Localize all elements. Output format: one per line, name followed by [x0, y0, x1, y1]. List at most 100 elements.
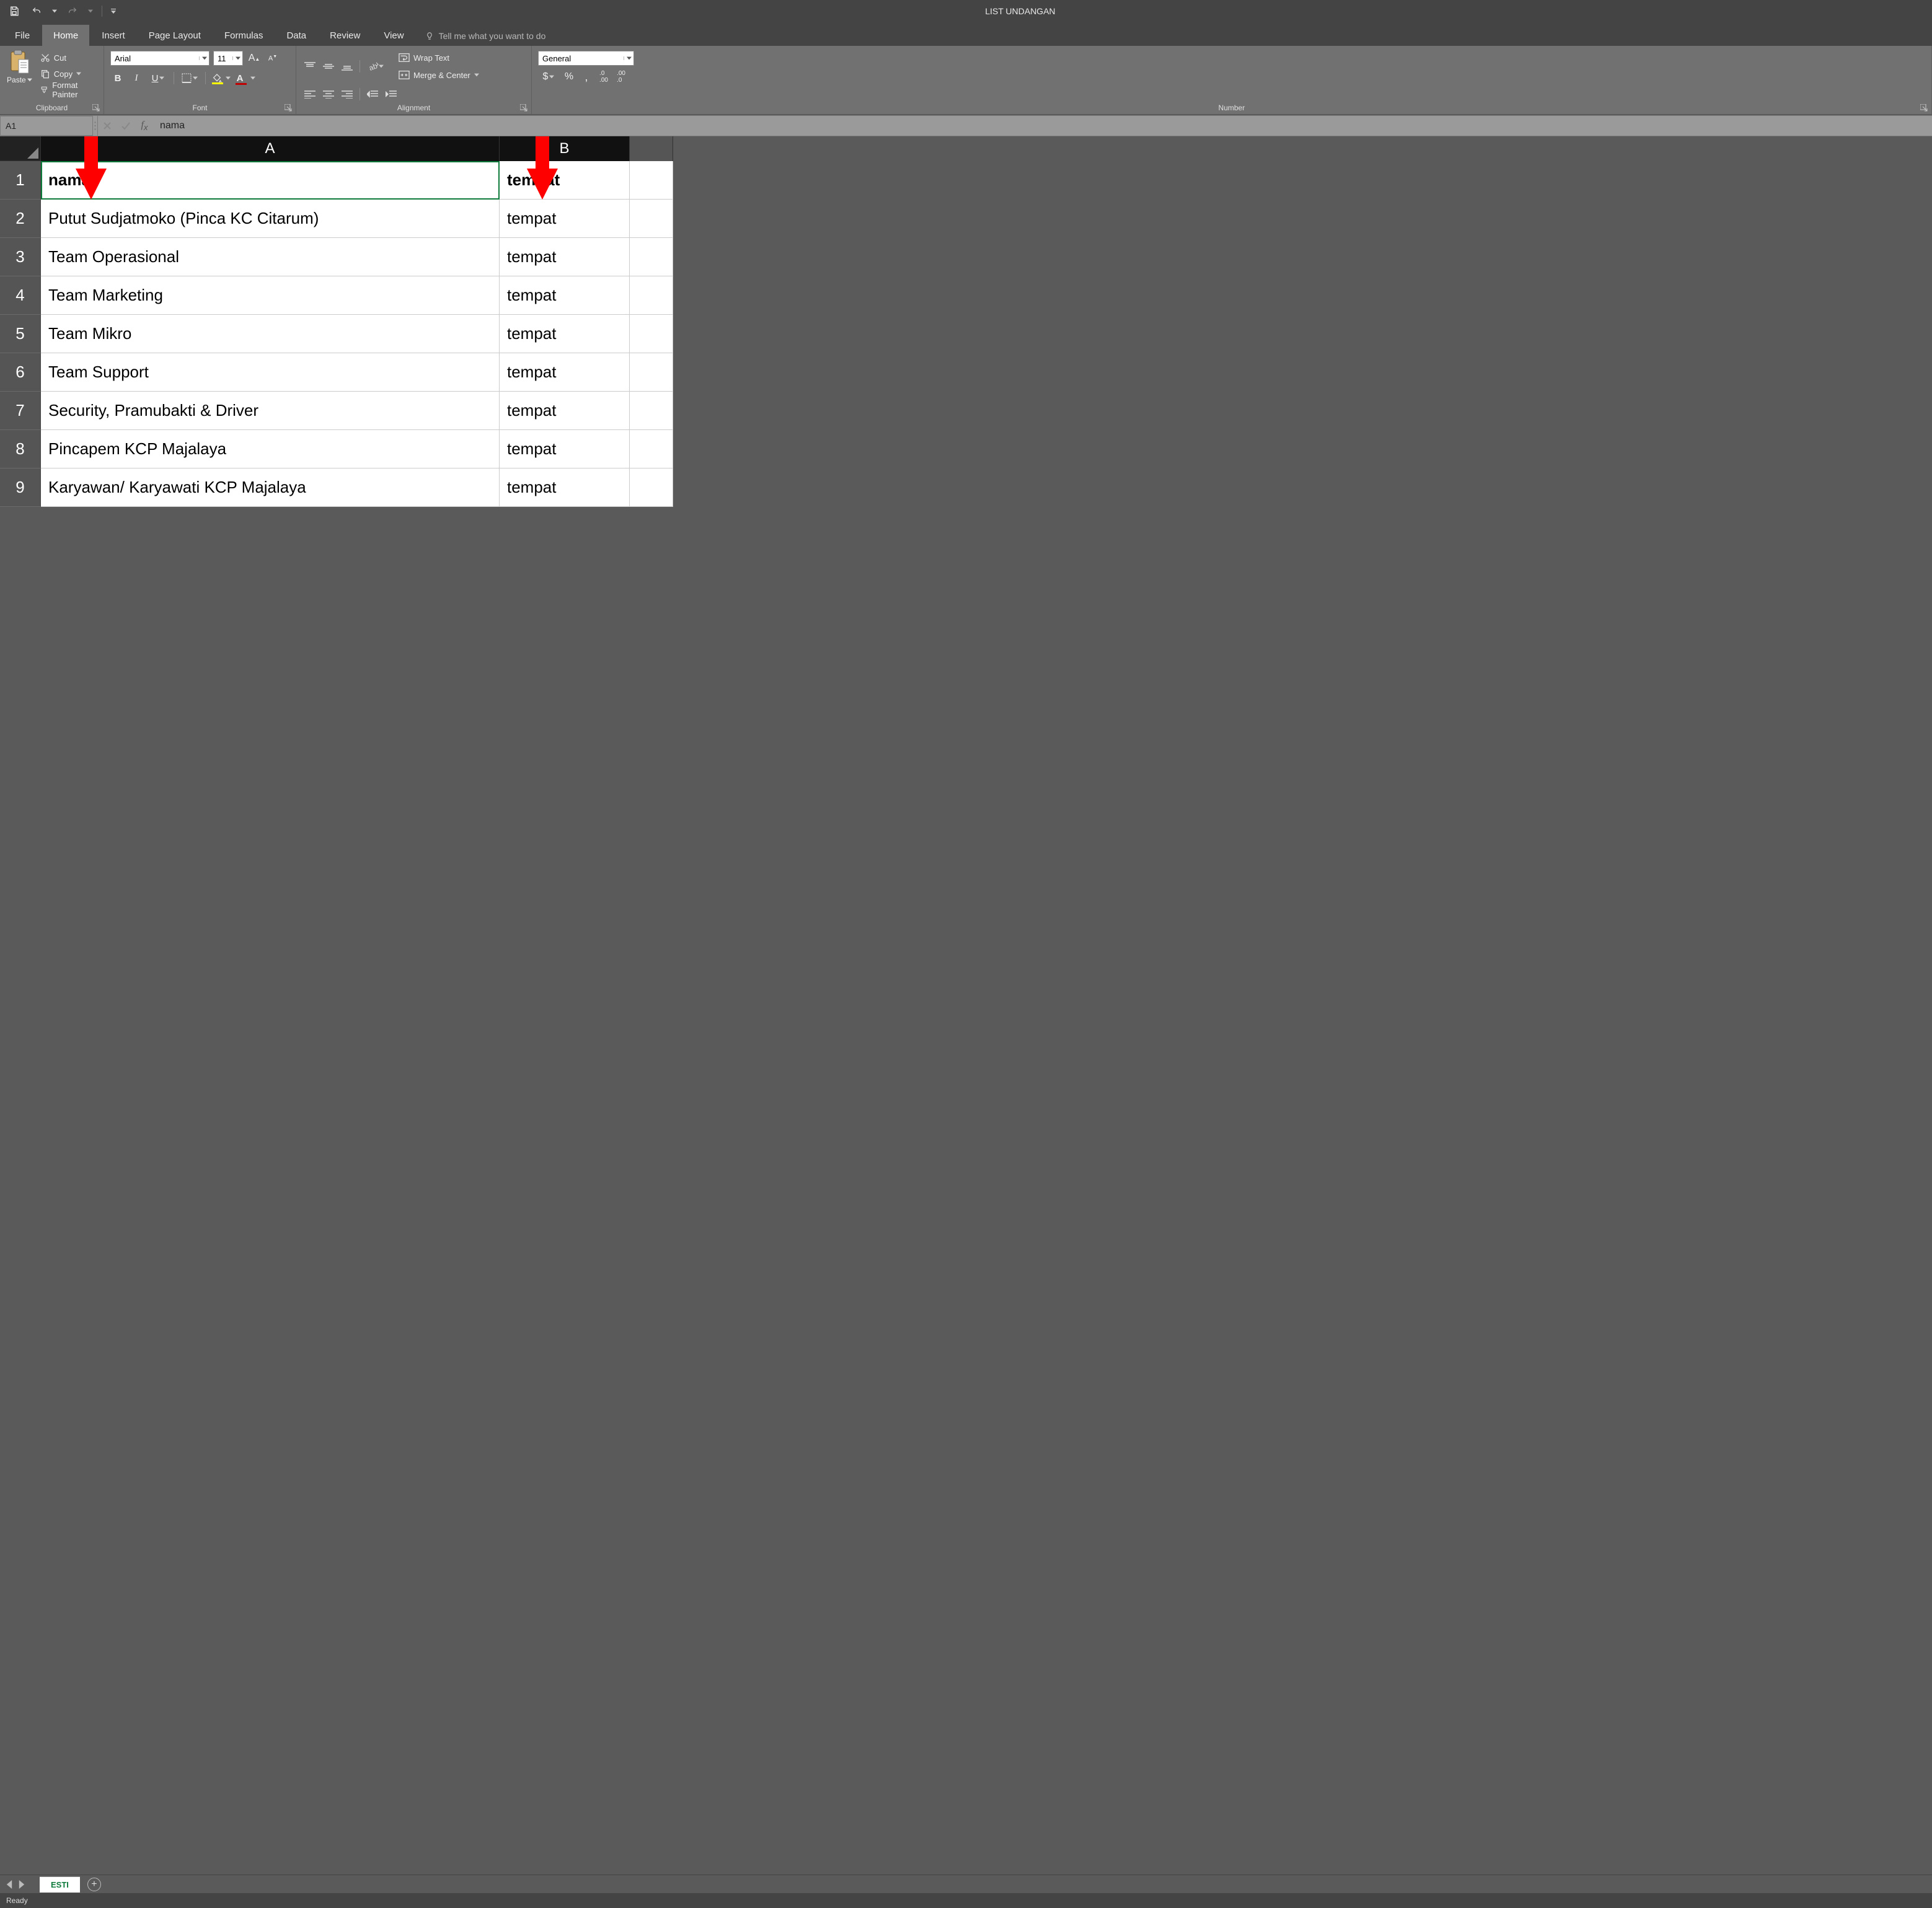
chevron-down-icon[interactable]: [199, 56, 209, 60]
cell[interactable]: Karyawan/ Karyawati KCP Majalaya: [41, 468, 500, 507]
row-header[interactable]: 5: [0, 315, 41, 353]
cut-button[interactable]: Cut: [40, 51, 97, 64]
tab-view[interactable]: View: [373, 25, 415, 46]
font-size-combo[interactable]: 11: [213, 51, 243, 66]
italic-button[interactable]: I: [129, 71, 144, 86]
sheet-nav-next-icon[interactable]: [17, 1880, 26, 1889]
accounting-format-button[interactable]: $: [538, 69, 559, 84]
cell[interactable]: [630, 353, 673, 392]
align-middle-button[interactable]: [321, 59, 336, 74]
tab-insert[interactable]: Insert: [90, 25, 136, 46]
cell[interactable]: tempat: [500, 200, 630, 238]
copy-button[interactable]: Copy: [40, 67, 97, 81]
orientation-button[interactable]: ab: [365, 59, 386, 74]
font-color-button[interactable]: A: [236, 71, 257, 86]
tab-formulas[interactable]: Formulas: [213, 25, 275, 46]
cell[interactable]: Pincapem KCP Majalaya: [41, 430, 500, 468]
cell[interactable]: tempat: [500, 161, 630, 200]
cell[interactable]: [630, 276, 673, 315]
row-header[interactable]: 9: [0, 468, 41, 507]
cell[interactable]: [630, 392, 673, 430]
grow-font-button[interactable]: A▲: [247, 51, 262, 66]
align-left-button[interactable]: [302, 87, 317, 102]
enter-formula-button[interactable]: [117, 116, 135, 136]
cell[interactable]: Team Support: [41, 353, 500, 392]
column-header-c[interactable]: [630, 136, 673, 161]
row-header[interactable]: 4: [0, 276, 41, 315]
new-sheet-button[interactable]: +: [87, 1878, 101, 1891]
cell[interactable]: [630, 200, 673, 238]
cell[interactable]: tempat: [500, 353, 630, 392]
clipboard-dialog-launcher-icon[interactable]: [92, 104, 100, 112]
redo-icon[interactable]: [66, 4, 79, 18]
wrap-text-button[interactable]: Wrap Text: [399, 51, 479, 64]
cell[interactable]: [630, 315, 673, 353]
cell[interactable]: tempat: [500, 315, 630, 353]
tab-review[interactable]: Review: [319, 25, 371, 46]
decrease-indent-button[interactable]: [365, 87, 380, 102]
tab-file[interactable]: File: [4, 25, 41, 46]
row-header[interactable]: 8: [0, 430, 41, 468]
increase-decimal-button[interactable]: .0.00: [596, 69, 611, 84]
sheet-nav-prev-icon[interactable]: [5, 1880, 14, 1889]
sheet-tab-active[interactable]: ESTI: [40, 1876, 80, 1893]
comma-button[interactable]: ,: [579, 69, 594, 84]
cell[interactable]: Security, Pramubakti & Driver: [41, 392, 500, 430]
cell[interactable]: tempat: [500, 392, 630, 430]
cell[interactable]: tempat: [500, 276, 630, 315]
row-header[interactable]: 1: [0, 161, 41, 200]
align-center-button[interactable]: [321, 87, 336, 102]
tab-page-layout[interactable]: Page Layout: [138, 25, 212, 46]
cell[interactable]: [630, 238, 673, 276]
cell[interactable]: Team Marketing: [41, 276, 500, 315]
row-header[interactable]: 2: [0, 200, 41, 238]
alignment-dialog-launcher-icon[interactable]: [520, 104, 527, 112]
align-bottom-button[interactable]: [340, 59, 355, 74]
cell[interactable]: tempat: [500, 238, 630, 276]
shrink-font-button[interactable]: A▼: [265, 51, 280, 66]
insert-function-button[interactable]: fx: [135, 116, 154, 136]
cell[interactable]: [630, 430, 673, 468]
cell[interactable]: Team Operasional: [41, 238, 500, 276]
cancel-formula-button[interactable]: [98, 116, 117, 136]
underline-button[interactable]: U: [148, 71, 169, 86]
number-dialog-launcher-icon[interactable]: [1920, 104, 1928, 112]
cell[interactable]: tempat: [500, 430, 630, 468]
font-name-combo[interactable]: Arial: [110, 51, 210, 66]
cell[interactable]: [630, 468, 673, 507]
cell[interactable]: Team Mikro: [41, 315, 500, 353]
align-right-button[interactable]: [340, 87, 355, 102]
bold-button[interactable]: B: [110, 71, 125, 86]
paste-button[interactable]: Paste: [6, 48, 33, 84]
row-header[interactable]: 6: [0, 353, 41, 392]
tab-home[interactable]: Home: [42, 25, 89, 46]
chevron-down-icon[interactable]: [624, 56, 633, 60]
tab-data[interactable]: Data: [275, 25, 317, 46]
align-top-button[interactable]: [302, 59, 317, 74]
row-header[interactable]: 3: [0, 238, 41, 276]
cell[interactable]: Putut Sudjatmoko (Pinca KC Citarum): [41, 200, 500, 238]
decrease-decimal-button[interactable]: .00.0: [614, 69, 629, 84]
undo-icon[interactable]: [30, 4, 43, 18]
undo-dropdown-icon[interactable]: [52, 9, 57, 14]
tell-me-search[interactable]: Tell me what you want to do: [417, 26, 555, 46]
save-icon[interactable]: [7, 4, 21, 18]
column-header-b[interactable]: B: [500, 136, 630, 161]
chevron-down-icon[interactable]: [232, 56, 242, 60]
fill-color-button[interactable]: [211, 71, 232, 86]
format-painter-button[interactable]: Format Painter: [40, 83, 97, 97]
row-header[interactable]: 7: [0, 392, 41, 430]
column-header-a[interactable]: A: [41, 136, 500, 161]
redo-dropdown-icon[interactable]: [88, 9, 93, 14]
merge-center-button[interactable]: Merge & Center: [399, 68, 479, 82]
increase-indent-button[interactable]: [384, 87, 399, 102]
borders-button[interactable]: [179, 71, 200, 86]
number-format-combo[interactable]: General: [538, 51, 634, 66]
cell[interactable]: tempat: [500, 468, 630, 507]
qat-customize-icon[interactable]: [111, 9, 116, 14]
percent-button[interactable]: %: [562, 69, 576, 84]
font-dialog-launcher-icon[interactable]: [285, 104, 292, 112]
name-box[interactable]: A1: [0, 116, 93, 136]
cell[interactable]: [630, 161, 673, 200]
cell[interactable]: nama: [41, 161, 500, 200]
